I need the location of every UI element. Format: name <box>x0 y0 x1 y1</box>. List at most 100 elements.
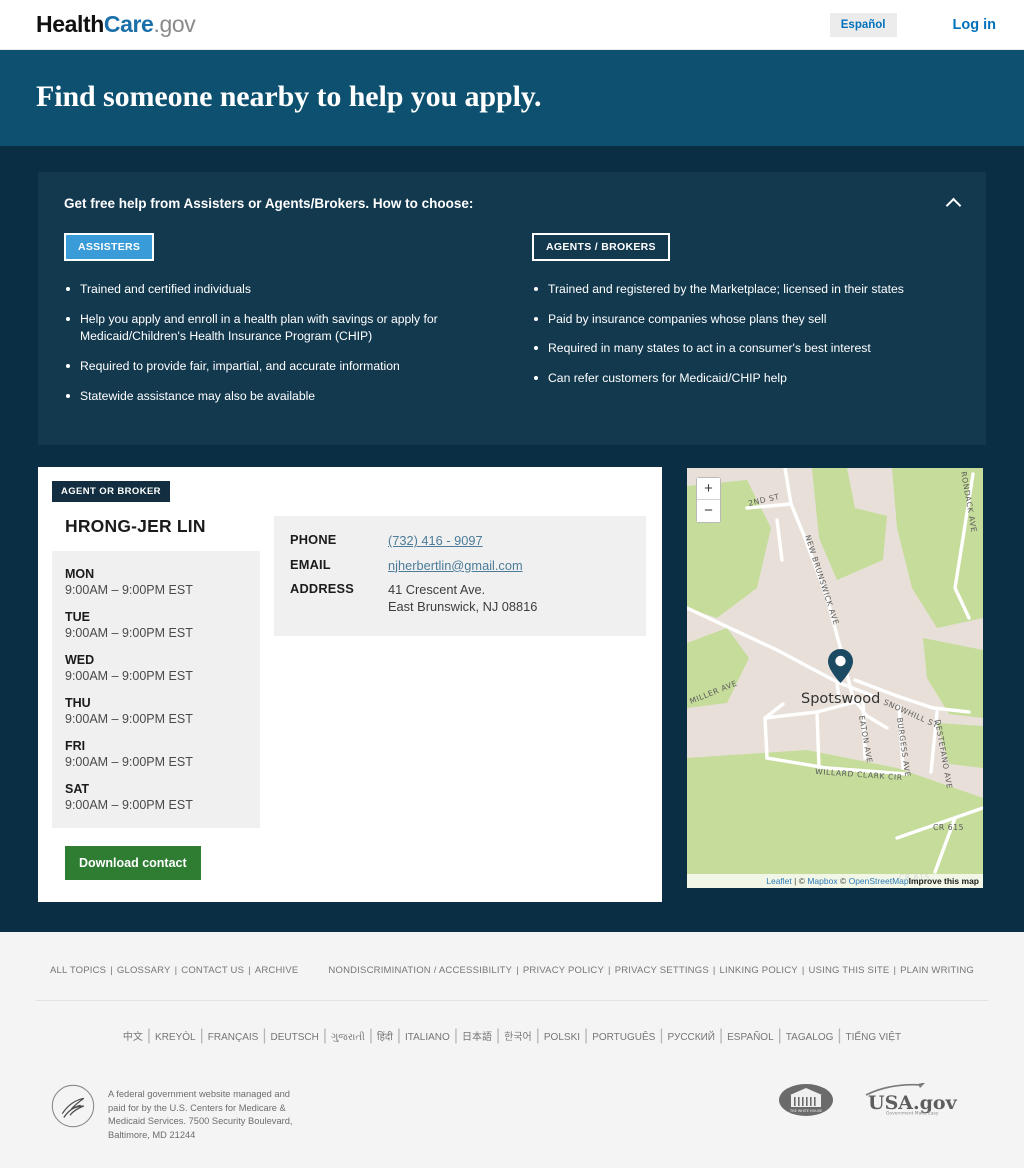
address-line-1: 41 Crescent Ave. <box>388 581 486 597</box>
divider: | <box>801 965 805 977</box>
footer-link-nondiscrimination[interactable]: NONDISCRIMINATION / ACCESSIBILITY <box>328 965 512 976</box>
espanol-button[interactable]: Español <box>829 12 897 37</box>
lang-link-espanol[interactable]: ESPAÑOL <box>727 1032 774 1043</box>
phone-label: PHONE <box>290 532 337 548</box>
zoom-out-button[interactable]: − <box>697 500 720 523</box>
tab-assisters[interactable]: ASSISTERS <box>64 233 155 261</box>
site-footer: ALL TOPICS | GLOSSARY | CONTACT US | ARCHIVE N… <box>0 932 1024 1168</box>
list-item: Help you apply and enroll in a health pl… <box>64 311 488 346</box>
map-attribution: Leaflet | © Mapbox © OpenStreetMapImprov… <box>687 874 983 889</box>
partner-logos: THE WHITE HOUSE USA.gov Government Made … <box>778 1083 974 1117</box>
list-item: Required to provide fair, impartial, and… <box>64 358 488 376</box>
agency-info-row: A federal government website managed and… <box>36 1065 988 1168</box>
divider: | <box>777 1027 782 1045</box>
agent-name: HRONG-JER LIN <box>65 516 206 537</box>
hours-day: WED <box>65 653 95 668</box>
lang-link-italiano[interactable]: ITALIANO <box>405 1032 450 1043</box>
page-title: Find someone nearby to help you apply. <box>36 80 542 113</box>
lang-link-korean[interactable]: 한국어 <box>504 1032 532 1043</box>
divider: | <box>712 965 716 977</box>
card-right-column: PHONE (732) 416 - 9097 EMAIL njherbertli… <box>260 516 646 880</box>
lang-link-francais[interactable]: FRANÇAIS <box>208 1032 259 1043</box>
footer-link-linking-policy[interactable]: LINKING POLICY <box>720 965 798 976</box>
lang-link-kreyol[interactable]: KREYÒL <box>155 1032 196 1043</box>
attrib-sep: | © <box>794 876 808 887</box>
footer-link-plain-writing[interactable]: PLAIN WRITING <box>900 965 974 976</box>
usagov-logo[interactable]: USA.gov Government Made Easy <box>860 1083 964 1117</box>
map-zoom-controls[interactable]: + − <box>696 477 721 524</box>
divider: | <box>535 1027 540 1045</box>
phone-value: (732) 416 - 9097 <box>388 532 483 549</box>
hours-time: 9:00AM – 9:00PM EST <box>65 798 193 813</box>
footer-link-contact-us[interactable]: CONTACT US <box>181 965 244 976</box>
divider: | <box>262 1027 267 1045</box>
hours-day: MON <box>65 567 95 582</box>
divider: | <box>396 1027 401 1045</box>
main-content: Get free help from Assisters or Agents/B… <box>0 146 1024 933</box>
footer-link-all-topics[interactable]: ALL TOPICS <box>50 965 106 976</box>
footer-link-bar: ALL TOPICS | GLOSSARY | CONTACT US | ARCHIVE N… <box>36 932 988 1002</box>
email-label: EMAIL <box>290 556 331 572</box>
email-link[interactable]: njherbertlin@gmail.com <box>388 558 523 573</box>
footer-link-archive[interactable]: ARCHIVE <box>255 965 299 976</box>
lang-link-tagalog[interactable]: TAGALOG <box>786 1032 834 1043</box>
top-nav-actions: Español Log in <box>829 12 997 37</box>
lang-link-polski[interactable]: POLSKI <box>544 1032 580 1043</box>
divider: | <box>584 1027 589 1045</box>
agents-brokers-column: AGENTS / BROKERS Trained and registered … <box>512 233 960 417</box>
mapbox-link[interactable]: Mapbox <box>807 876 837 886</box>
footer-link-glossary[interactable]: GLOSSARY <box>117 965 171 976</box>
log-in-link[interactable]: Log in <box>953 17 997 33</box>
footer-link-privacy-settings[interactable]: PRIVACY SETTINGS <box>615 965 709 976</box>
list-item: Required in many states to act in a cons… <box>532 340 960 358</box>
footer-link-using-this-site[interactable]: USING THIS SITE <box>809 965 890 976</box>
divider: | <box>199 1027 204 1045</box>
leaflet-link[interactable]: Leaflet <box>766 876 792 886</box>
lang-link-hindi[interactable]: हिंदी <box>377 1032 393 1043</box>
lang-link-japanese[interactable]: 日本語 <box>462 1032 492 1043</box>
table-row: ADDRESS 41 Crescent Ave. East Brunswick,… <box>290 581 628 616</box>
footer-link-privacy-policy[interactable]: PRIVACY POLICY <box>523 965 604 976</box>
chevron-up-icon[interactable] <box>942 192 964 214</box>
divider: | <box>110 965 113 977</box>
office-hours-list: MON 9:00AM – 9:00PM EST TUE 9:00AM – 9:0… <box>52 551 260 829</box>
lang-link-russian[interactable]: РУССКИЙ <box>668 1032 715 1043</box>
download-contact-button[interactable]: Download contact <box>65 846 201 881</box>
zoom-in-button[interactable]: + <box>697 478 720 501</box>
assisters-column: ASSISTERS Trained and certified individu… <box>64 233 512 417</box>
divider: | <box>322 1027 327 1045</box>
osm-link[interactable]: OpenStreetMap <box>849 876 909 886</box>
logo-health-text: Health <box>36 11 104 37</box>
lang-link-vietnamese[interactable]: TIẾNG VIỆT <box>846 1032 902 1043</box>
site-logo[interactable]: HealthCare.gov <box>36 11 196 38</box>
language-selector-row: 中文 | KREYÒL | FRANÇAIS | DEUTSCH | ગુજરાતી | हिंदी… <box>36 1001 988 1065</box>
lang-link-portugues[interactable]: PORTUGUÊS <box>592 1032 655 1043</box>
top-navigation-bar: HealthCare.gov Español Log in <box>0 0 1024 50</box>
card-body: HRONG-JER LIN MON 9:00AM – 9:00PM EST TU… <box>52 516 646 881</box>
improve-map-link[interactable]: Improve this map <box>909 876 979 886</box>
table-row: PHONE (732) 416 - 9097 <box>290 532 628 549</box>
address-value: 41 Crescent Ave. East Brunswick, NJ 0881… <box>388 581 537 616</box>
list-item: Can refer customers for Medicaid/CHIP he… <box>532 370 960 388</box>
phone-link[interactable]: (732) 416 - 9097 <box>388 533 483 548</box>
help-info-panel: Get free help from Assisters or Agents/B… <box>38 172 986 446</box>
tab-agents-brokers[interactable]: AGENTS / BROKERS <box>532 233 670 261</box>
agent-contact-card: AGENT OR BROKER HRONG-JER LIN MON 9:00AM… <box>38 467 662 903</box>
email-value: njherbertlin@gmail.com <box>388 557 523 574</box>
hours-day: THU <box>65 696 91 711</box>
list-item: Paid by insurance companies whose plans … <box>532 311 960 329</box>
white-house-logo[interactable]: THE WHITE HOUSE <box>778 1083 834 1117</box>
status-badge: AGENT OR BROKER <box>52 481 170 503</box>
lang-link-gujarati[interactable]: ગુજરાતી <box>331 1032 365 1043</box>
location-map[interactable]: 2ND ST NEW BRUNSWICK AVE RONDACK AVE MIL… <box>686 467 984 890</box>
lang-link-zh[interactable]: 中文 <box>123 1032 143 1043</box>
list-item: MON 9:00AM – 9:00PM EST <box>65 567 246 597</box>
address-label: ADDRESS <box>290 580 354 596</box>
logo-care-text: Care <box>103 11 154 37</box>
map-city-label: Spotswood <box>801 691 881 708</box>
lang-link-deutsch[interactable]: DEUTSCH <box>270 1032 318 1043</box>
hours-day: TUE <box>65 610 90 625</box>
list-item: FRI 9:00AM – 9:00PM EST <box>65 739 246 769</box>
divider: | <box>893 965 897 977</box>
hours-day: SAT <box>65 782 90 797</box>
